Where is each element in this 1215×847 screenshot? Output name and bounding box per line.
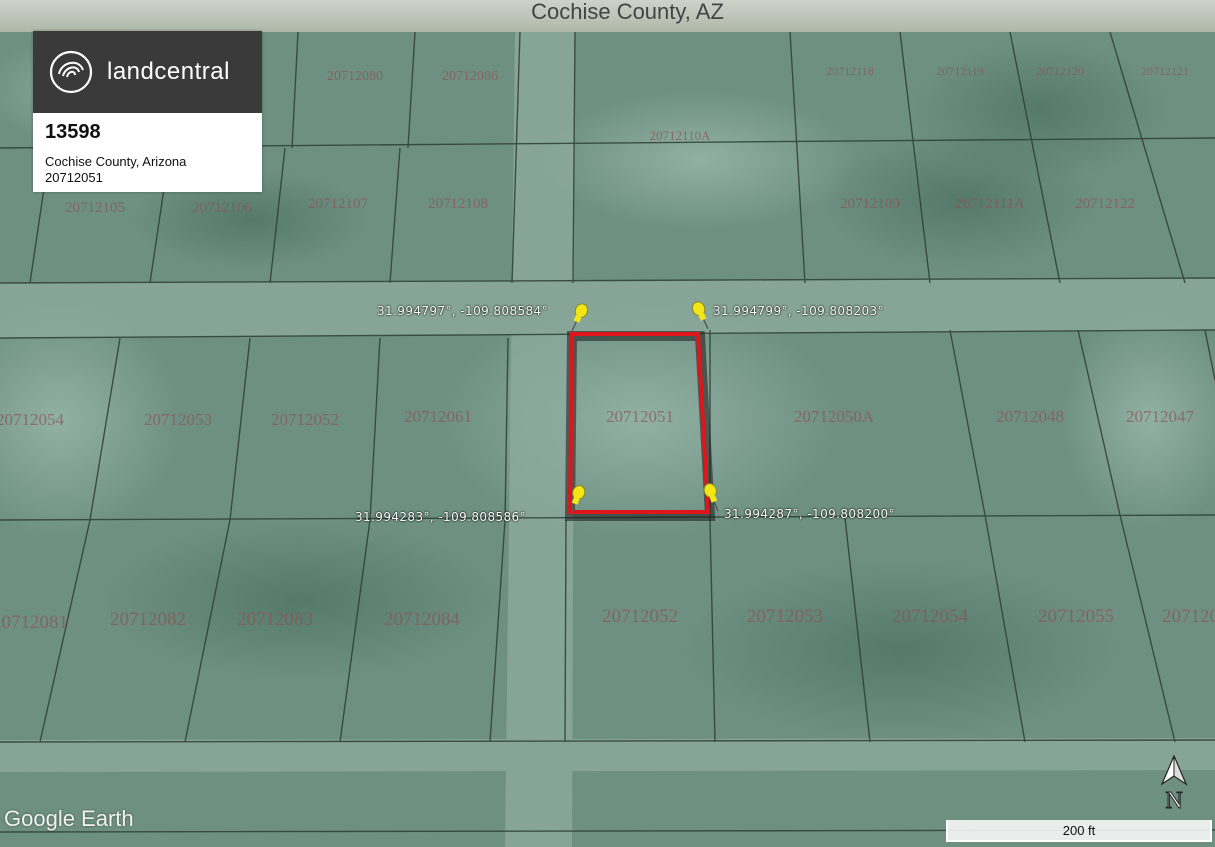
- brand-name-part2: central: [154, 58, 230, 85]
- parcel-number-label: 20712050A: [794, 407, 875, 426]
- parcel-number-label: 20712056: [1162, 606, 1215, 627]
- parcel-number-label: 20712047: [1126, 407, 1195, 426]
- parcel-number-label: 20712121: [1141, 64, 1189, 78]
- parcel-number-label: 20712051: [606, 407, 674, 426]
- scale-bar: 200 ft: [946, 820, 1212, 842]
- parcel-number-label: 20712119: [936, 64, 984, 78]
- parcel-apn: 20712051: [45, 170, 103, 185]
- parcel-number-label: 20712053: [747, 606, 823, 627]
- parcel-number-label: 20712110A: [650, 128, 712, 143]
- google-earth-attribution: Google Earth: [4, 806, 134, 831]
- corner-coordinate-ne: 31.994799°, -109.808203°: [713, 304, 884, 318]
- parcel-number-label: 20712108: [428, 196, 488, 212]
- parcel-number-label: 20712106: [192, 200, 253, 216]
- parcel-number-label: 20712055: [1038, 606, 1114, 627]
- parcel-number-label: 20712080: [327, 69, 383, 84]
- parcel-id: 13598: [45, 121, 101, 143]
- parcel-number-label: 20712111A: [955, 196, 1025, 212]
- scale-label: 200 ft: [1062, 823, 1096, 838]
- parcel-number-label: 20712082: [110, 609, 186, 630]
- brand-name-part1: land: [107, 58, 155, 85]
- parcel-number-label: 20712054: [892, 606, 969, 627]
- parcel-number-label: 20712120: [1036, 64, 1084, 78]
- corner-coordinate-sw: 31.994283°, -109.808586°: [355, 510, 526, 524]
- parcel-location: Cochise County, Arizona: [45, 154, 187, 169]
- corner-coordinate-se: 31.994287°, -109.808200°: [724, 507, 895, 521]
- parcel-number-label: 20712081: [0, 612, 68, 633]
- parcel-info-card: landcentral 13598 Cochise County, Arizon…: [33, 31, 262, 192]
- parcel-number-label: 20712086: [442, 69, 498, 84]
- landcentral-logo-icon: [49, 50, 93, 94]
- parcel-number-label: 20712084: [384, 609, 461, 630]
- parcel-number-label: 20712109: [840, 196, 900, 212]
- parcel-number-label: 20712054: [0, 410, 65, 429]
- corner-coordinate-nw: 31.994797°, -109.808584°: [377, 304, 548, 318]
- parcel-number-label: 20712118: [826, 64, 874, 78]
- region-label: Cochise County, AZ: [531, 0, 724, 24]
- parcel-number-label: 20712052: [602, 606, 678, 627]
- parcel-number-label: 20712052: [271, 410, 339, 429]
- parcel-number-label: 20712083: [237, 609, 313, 630]
- compass-north-icon[interactable]: N: [1158, 754, 1190, 814]
- parcel-number-label: 20712122: [1075, 196, 1135, 212]
- brand-name: landcentral: [107, 58, 230, 86]
- parcel-number-label: 20712048: [996, 407, 1064, 426]
- parcel-number-label: 20712105: [65, 200, 125, 216]
- compass-label: N: [1165, 788, 1182, 814]
- parcel-number-label: 20712053: [144, 410, 212, 429]
- parcel-number-label: 20712107: [308, 196, 369, 212]
- parcel-number-label: 20712061: [404, 407, 472, 426]
- brand-bar: landcentral: [33, 31, 262, 113]
